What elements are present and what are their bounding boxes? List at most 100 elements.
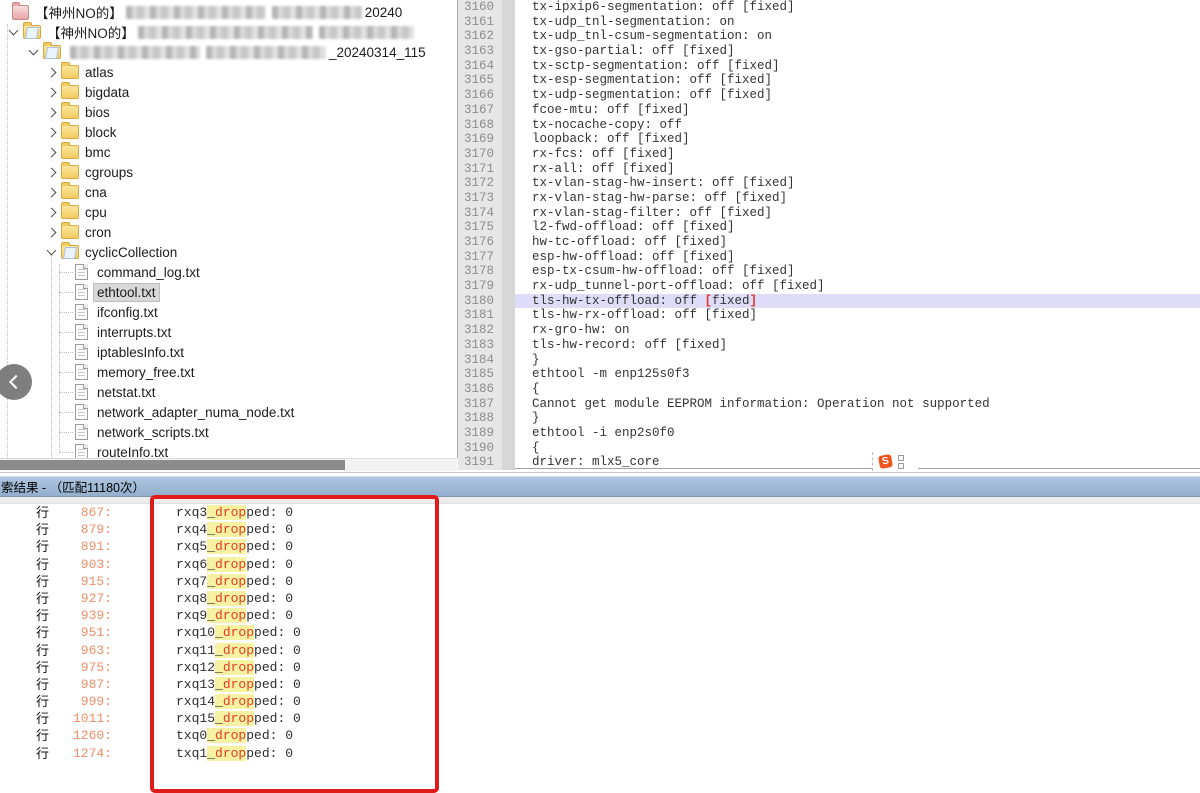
editor-line[interactable]: 3167 fcoe-mtu: off [fixed] (458, 103, 1200, 118)
editor-line[interactable]: 3161 tx-udp_tnl-segmentation: on (458, 15, 1200, 30)
tree-folder-row[interactable]: cna (48, 182, 177, 202)
editor-line[interactable]: 3179 rx-udp_tunnel-port-offload: off [fi… (458, 279, 1200, 294)
tree-file-row[interactable]: interrupts.txt (59, 322, 297, 342)
tree-folder-row[interactable]: block (48, 122, 177, 142)
results-top-strip (0, 497, 1200, 504)
chevron-icon[interactable] (47, 67, 57, 77)
line-text: loopback: off [fixed] (515, 132, 1200, 147)
editor-line[interactable]: 3162 tx-udp_tnl-csum-segmentation: on (458, 29, 1200, 44)
chevron-down-icon[interactable] (29, 46, 39, 56)
editor-line[interactable]: 3177 esp-hw-offload: off [fixed] (458, 250, 1200, 265)
search-result-row[interactable]: 行 999: rxq14_dropped: 0 (0, 693, 1200, 710)
tree-root-label: 【神州NO的】 (35, 2, 123, 22)
editor-line[interactable]: 3180 tls-hw-tx-offload: off [fixed] (458, 294, 1200, 309)
tree-file-row[interactable]: routeInfo.txt (59, 442, 297, 458)
editor-line[interactable]: 3164 tx-sctp-segmentation: off [fixed] (458, 59, 1200, 74)
editor-line[interactable]: 3172 tx-vlan-stag-hw-insert: off [fixed] (458, 176, 1200, 191)
file-label: network_scripts.txt (94, 424, 212, 441)
editor-line[interactable]: 3189 ethtool -i enp2s0f0 (458, 426, 1200, 441)
editor-line[interactable]: 3171 rx-all: off [fixed] (458, 162, 1200, 177)
search-result-row[interactable]: 行 1274: txq1_dropped: 0 (0, 745, 1200, 761)
text-file-icon (75, 424, 88, 440)
fold-margin (502, 73, 515, 88)
search-result-row[interactable]: 行 915: rxq7_dropped: 0 (0, 573, 1200, 590)
editor-line[interactable]: 3174 rx-vlan-stag-filter: off [fixed] (458, 206, 1200, 221)
tree-file-row[interactable]: ifconfig.txt (59, 302, 297, 322)
search-result-row[interactable]: 行 951: rxq10_dropped: 0 (0, 624, 1200, 641)
line-text: tls-hw-record: off [fixed] (515, 338, 1200, 353)
tree-folder-row[interactable]: cron (48, 222, 177, 242)
search-result-row[interactable]: 行 891: rxq5_dropped: 0 (0, 538, 1200, 555)
tree-folder-row[interactable]: cgroups (48, 162, 177, 182)
tree-folder-row[interactable]: bmc (48, 142, 177, 162)
tree-folder-row[interactable]: atlas (48, 62, 177, 82)
editor-line[interactable]: 3183 tls-hw-record: off [fixed] (458, 338, 1200, 353)
tree-folder-row[interactable]: cyclicCollection (48, 242, 177, 262)
app-s-logo-icon[interactable]: S (878, 454, 893, 469)
editor-line[interactable]: 3181 tls-hw-rx-offload: off [fixed] (458, 308, 1200, 323)
editor-line[interactable]: 3169 loopback: off [fixed] (458, 132, 1200, 147)
tree-file-row[interactable]: network_adapter_numa_node.txt (59, 402, 297, 422)
tree-folder-row[interactable]: bios (48, 102, 177, 122)
chevron-icon[interactable] (47, 227, 57, 237)
search-result-row[interactable]: 行 963: rxq11_dropped: 0 (0, 642, 1200, 659)
tree-folder-row[interactable]: cpu (48, 202, 177, 222)
tree-file-row[interactable]: network_scripts.txt (59, 422, 297, 442)
tree-horizontal-scrollbar[interactable] (0, 458, 457, 471)
search-result-row[interactable]: 行 903: rxq6_dropped: 0 (0, 556, 1200, 573)
editor-line[interactable]: 3178 esp-tx-csum-hw-offload: off [fixed] (458, 264, 1200, 279)
editor-line[interactable]: 3190 { (458, 441, 1200, 456)
editor-line[interactable]: 3163 tx-gso-partial: off [fixed] (458, 44, 1200, 59)
search-result-row[interactable]: 行 867: rxq3_dropped: 0 (0, 504, 1200, 521)
editor-line[interactable]: 3188 } (458, 411, 1200, 426)
tree-file-row[interactable]: ethtool.txt (59, 282, 297, 302)
editor-line[interactable]: 3160 tx-ipxip6-segmentation: off [fixed] (458, 0, 1200, 15)
editor-line[interactable]: 3168 tx-nocache-copy: off (458, 118, 1200, 133)
editor-line[interactable]: 3173 rx-vlan-stag-hw-parse: off [fixed] (458, 191, 1200, 206)
result-line-number: 1274: (50, 745, 112, 761)
editor-line[interactable]: 3166 tx-udp-segmentation: off [fixed] (458, 88, 1200, 103)
chevron-icon[interactable] (47, 207, 57, 217)
tree-folder-row[interactable]: bigdata (48, 82, 177, 102)
chevron-icon[interactable] (47, 87, 57, 97)
match-highlight: drop (223, 643, 254, 658)
splitter-widget[interactable]: S (872, 452, 918, 471)
editor-line[interactable]: 3175 l2-fwd-offload: off [fixed] (458, 220, 1200, 235)
line-text: esp-hw-offload: off [fixed] (515, 250, 1200, 265)
tree-node-level2[interactable]: 【神州NO的】 (10, 22, 417, 42)
editor-line[interactable]: 3165 tx-esp-segmentation: off [fixed] (458, 73, 1200, 88)
tree-file-row[interactable]: iptablesInfo.txt (59, 342, 297, 362)
editor-line[interactable]: 3186 { (458, 382, 1200, 397)
chevron-icon[interactable] (47, 147, 57, 157)
file-label: interrupts.txt (94, 324, 174, 341)
chevron-icon[interactable] (47, 107, 57, 117)
scrollbar-thumb[interactable] (0, 460, 345, 470)
chevron-icon[interactable] (47, 246, 57, 256)
search-result-row[interactable]: 行 975: rxq12_dropped: 0 (0, 659, 1200, 676)
search-result-row[interactable]: 行 879: rxq4_dropped: 0 (0, 521, 1200, 538)
editor-line[interactable]: 3170 rx-fcs: off [fixed] (458, 147, 1200, 162)
chevron-down-icon[interactable] (9, 26, 19, 36)
chevron-icon[interactable] (47, 187, 57, 197)
editor-line[interactable]: 3176 hw-tc-offload: off [fixed] (458, 235, 1200, 250)
editor-line[interactable]: 3187 Cannot get module EEPROM informatio… (458, 397, 1200, 412)
editor-line[interactable]: 3184 } (458, 353, 1200, 368)
search-result-row[interactable]: 行 1260: txq0_dropped: 0 (0, 727, 1200, 744)
tree-root-archive[interactable]: 【神州NO的】 20240 (12, 2, 402, 22)
search-result-row[interactable]: 行 1011: rxq15_dropped: 0 (0, 710, 1200, 727)
chevron-icon[interactable] (47, 167, 57, 177)
chevron-icon[interactable] (47, 127, 57, 137)
search-results-panel[interactable]: 行 867: rxq3_dropped: 0 行 879: rxq4_dropp… (0, 504, 1200, 761)
search-result-row[interactable]: 行 939: rxq9_dropped: 0 (0, 607, 1200, 624)
line-text: tx-udp_tnl-segmentation: on (515, 15, 1200, 30)
editor-pane[interactable]: 3160 tx-ipxip6-segmentation: off [fixed]… (458, 0, 1200, 470)
search-result-row[interactable]: 行 987: rxq13_dropped: 0 (0, 676, 1200, 693)
editor-line[interactable]: 3182 rx-gro-hw: on (458, 323, 1200, 338)
tree-node-level3[interactable]: _20240314_115 (30, 42, 426, 62)
search-results-header[interactable]: 索结果 - （匹配11180次） (0, 476, 1200, 497)
tree-file-row[interactable]: netstat.txt (59, 382, 297, 402)
editor-line[interactable]: 3185 ethtool -m enp125s0f3 (458, 367, 1200, 382)
tree-file-row[interactable]: command_log.txt (59, 262, 297, 282)
tree-file-row[interactable]: memory_free.txt (59, 362, 297, 382)
search-result-row[interactable]: 行 927: rxq8_dropped: 0 (0, 590, 1200, 607)
